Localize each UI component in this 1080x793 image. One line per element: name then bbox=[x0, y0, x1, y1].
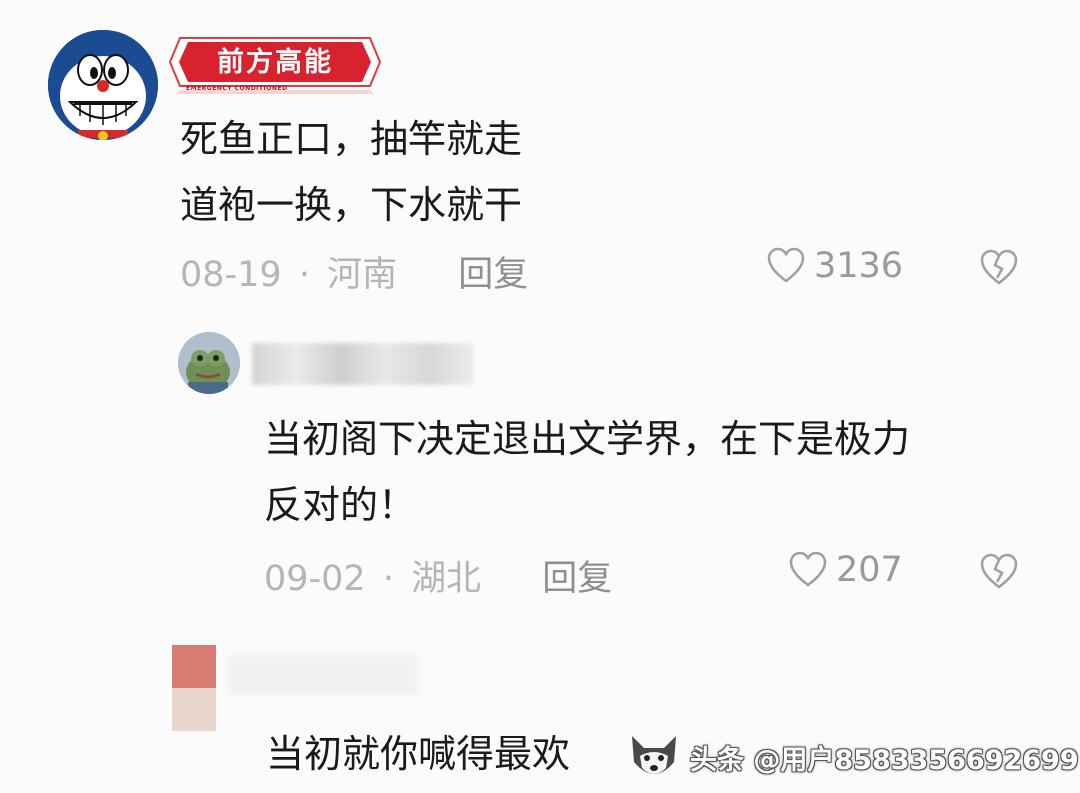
broken-heart-icon[interactable] bbox=[978, 248, 1020, 288]
comment-line: 反对的！ bbox=[264, 483, 417, 527]
blurred-username bbox=[228, 655, 418, 695]
comment-1-meta: 08-19 · 河南 回复 bbox=[180, 246, 528, 297]
watermark: 头条 @用户8583356692699 bbox=[690, 745, 1079, 776]
badge-sublabel: EMERGENCY CONDITIONED bbox=[186, 85, 288, 92]
broken-heart-icon[interactable] bbox=[978, 552, 1020, 592]
frog-avatar[interactable] bbox=[178, 332, 240, 394]
doraemon-avatar[interactable] bbox=[48, 30, 158, 140]
blurred-username bbox=[252, 343, 474, 385]
comment-1-body: 死鱼正口，抽竿就走 道袍一换，下水就干 bbox=[180, 106, 522, 238]
meta-separator: · bbox=[382, 559, 394, 599]
comment-3-body: 当初就你喊得最欢 bbox=[266, 732, 571, 776]
like-button[interactable]: 207 bbox=[788, 550, 903, 590]
comment-date: 09-02 bbox=[264, 559, 366, 599]
like-button[interactable]: 3136 bbox=[766, 246, 903, 286]
comment-2-body: 当初阁下决定退出文学界，在下是极力 反对的！ bbox=[264, 406, 1044, 538]
comment-location: 湖北 bbox=[411, 559, 482, 599]
heart-icon bbox=[767, 247, 805, 283]
comment-feed: 前方高能 EMERGENCY CONDITIONED 死鱼正口，抽竿就走 道袍一… bbox=[0, 0, 1080, 793]
high-energy-badge: 前方高能 EMERGENCY CONDITIONED bbox=[166, 34, 384, 96]
comment-location: 河南 bbox=[327, 255, 398, 295]
comment-line: 死鱼正口，抽竿就走 bbox=[180, 117, 523, 161]
comment-2-meta: 09-02 · 湖北 回复 bbox=[264, 550, 612, 601]
badge-label: 前方高能 bbox=[217, 47, 333, 78]
comment-date: 08-19 bbox=[180, 255, 282, 295]
reply-button[interactable]: 回复 bbox=[458, 255, 528, 295]
like-count: 3136 bbox=[814, 246, 904, 286]
like-count: 207 bbox=[836, 550, 903, 590]
meta-separator: · bbox=[298, 255, 310, 295]
heart-icon bbox=[789, 551, 827, 587]
blurred-avatar[interactable] bbox=[172, 645, 216, 731]
comment-line: 当初阁下决定退出文学界，在下是极力 bbox=[264, 417, 911, 461]
comment-line: 道袍一换，下水就干 bbox=[180, 183, 523, 227]
reply-button[interactable]: 回复 bbox=[542, 559, 612, 599]
husky-emoji-icon bbox=[632, 736, 676, 774]
